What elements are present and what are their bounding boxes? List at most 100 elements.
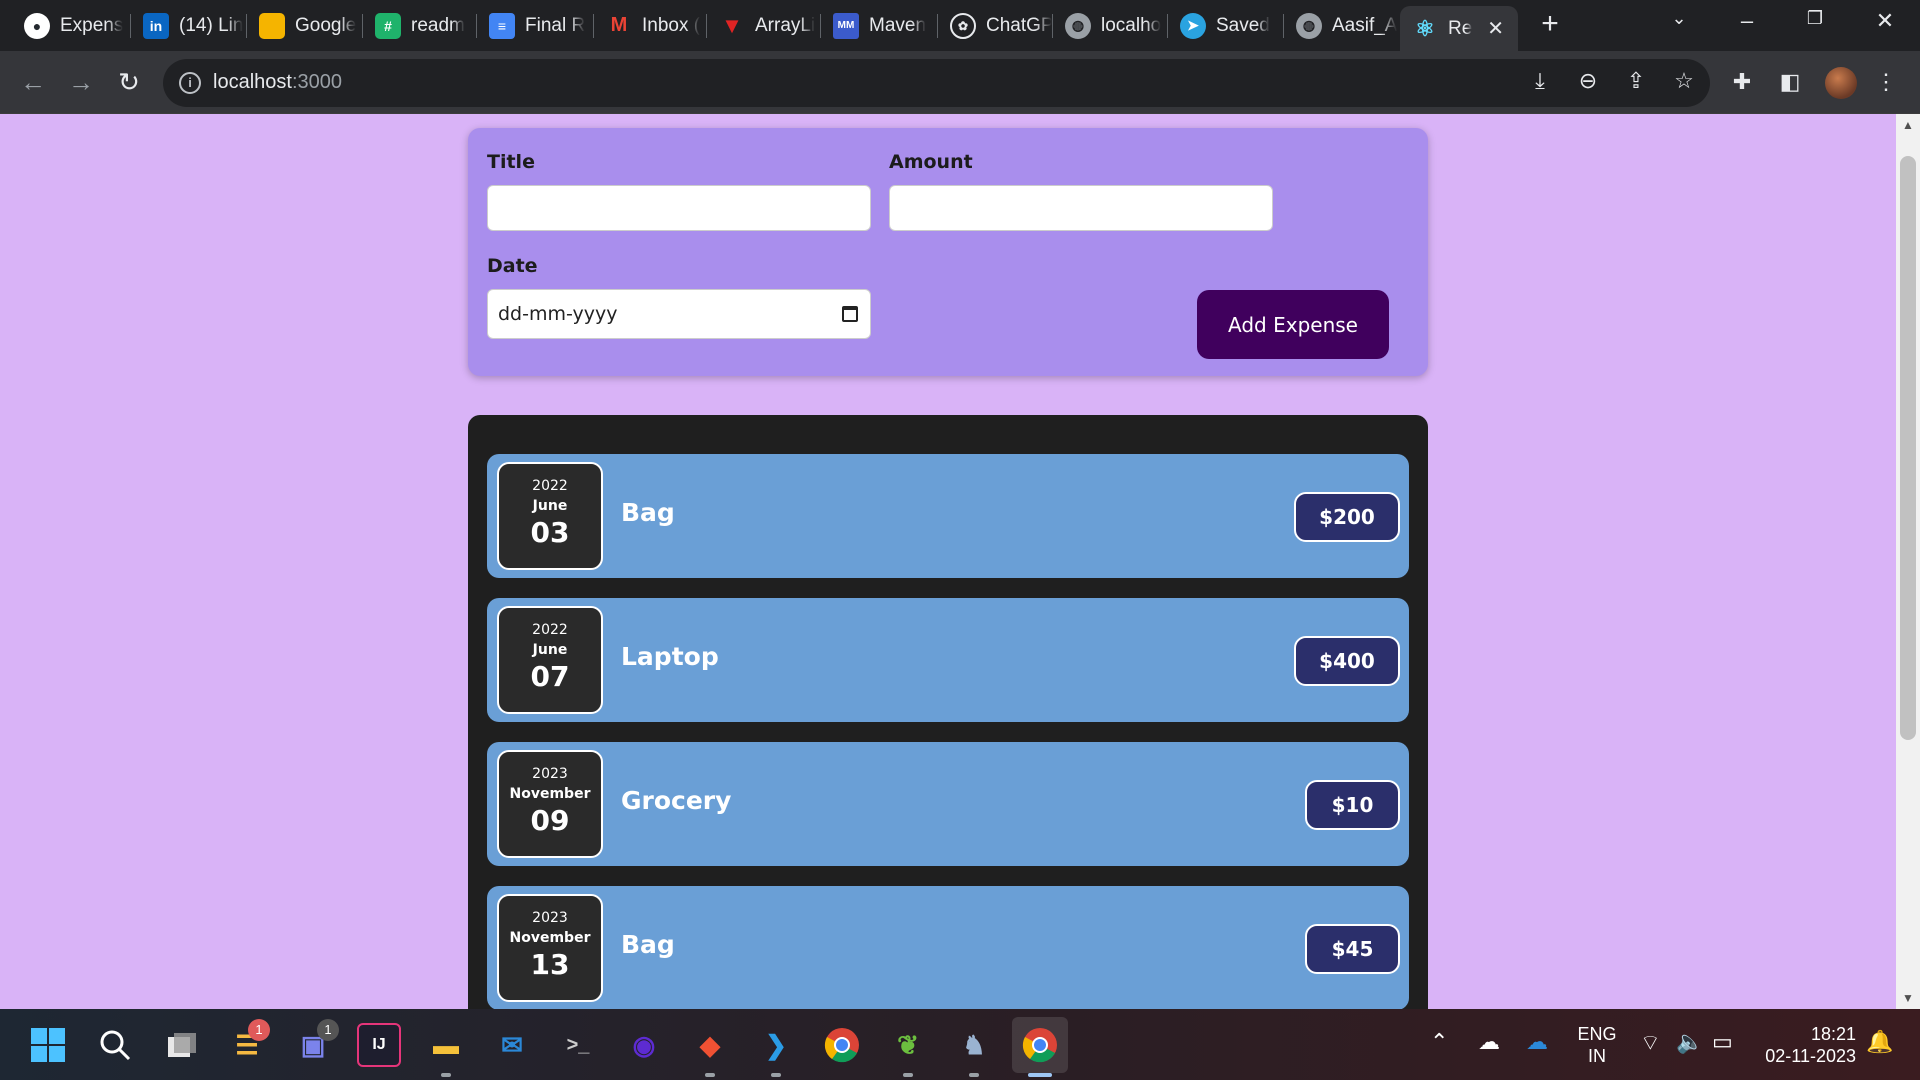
expense-date: 2023 November 09 <box>497 750 603 858</box>
tab-strip: ● Expens in (14) Lin Google # readm ≡ Fi… <box>0 0 1920 51</box>
search-icon[interactable] <box>93 1023 137 1067</box>
wifi-icon[interactable]: ⌔ <box>1640 1029 1661 1057</box>
back-arrow-icon[interactable]: ← <box>16 66 50 100</box>
onedrive-icon[interactable]: ☁ <box>1526 1029 1548 1055</box>
tab-chatgpt[interactable]: ✿ ChatGP <box>938 6 1052 45</box>
chrome-icon[interactable] <box>820 1023 864 1067</box>
mail-icon[interactable]: ✉ <box>490 1023 534 1067</box>
volume-icon[interactable]: 🔈 <box>1676 1029 1703 1055</box>
scroll-down-arrow-icon[interactable]: ▼ <box>1896 991 1920 1005</box>
profile-avatar[interactable] <box>1825 67 1857 99</box>
tab-docs[interactable]: ≡ Final R <box>477 6 593 45</box>
onedrive-sync-icon[interactable]: ☁ <box>1478 1029 1500 1055</box>
page-scrollbar[interactable]: ▲ ▼ <box>1896 114 1920 1009</box>
tab-label: ArrayLi <box>755 14 816 36</box>
install-app-icon[interactable]: ⤓ <box>1524 66 1556 98</box>
active-app-indicator <box>1028 1073 1052 1077</box>
extensions-puzzle-icon[interactable]: ✚ <box>1726 67 1758 99</box>
tab-github[interactable]: ● Expens <box>12 6 130 45</box>
expense-date: 2022 June 07 <box>497 606 603 714</box>
minimize-icon[interactable]: – <box>1727 8 1767 34</box>
spring-tool-icon[interactable]: ❦ <box>886 1023 930 1067</box>
expense-item: 2022 June 07 Laptop $400 <box>487 598 1409 722</box>
notes-badge: 1 <box>248 1019 270 1041</box>
windows-taskbar: ☰ 1 ▣ 1 IJ ▬ ✉ >_ ◉ ◆ ❯ ❦ ♞ ⌃ ☁ ☁ ENG IN… <box>0 1009 1920 1080</box>
share-icon[interactable]: ⇪ <box>1620 66 1652 98</box>
tab-label: Saved <box>1216 14 1270 36</box>
tab-maven[interactable]: MM Maven <box>821 6 937 45</box>
browser-menu-icon[interactable]: ⋮ <box>1870 67 1902 99</box>
battery-icon[interactable]: ▭ <box>1712 1029 1733 1055</box>
side-panel-icon[interactable]: ◧ <box>1774 67 1806 99</box>
title-label: Title <box>487 151 535 173</box>
expense-year: 2022 <box>532 622 568 638</box>
tab-label: Expens <box>60 14 124 36</box>
url-text: localhost:3000 <box>213 71 342 94</box>
expense-title: Laptop <box>621 642 719 671</box>
vscode-icon[interactable]: ❯ <box>754 1023 798 1067</box>
reload-icon[interactable]: ↻ <box>112 66 146 100</box>
expense-month: November <box>509 786 591 802</box>
chrome-profile-icon[interactable] <box>1012 1017 1068 1073</box>
tab-linkedin[interactable]: in (14) Lin <box>131 6 246 45</box>
forward-arrow-icon[interactable]: → <box>64 66 98 100</box>
task-view-icon[interactable] <box>160 1023 204 1067</box>
expense-item: 2023 November 09 Grocery $10 <box>487 742 1409 866</box>
expense-amount-badge: $400 <box>1294 636 1400 686</box>
calendar-icon[interactable] <box>842 306 858 322</box>
google-keep-icon <box>259 12 285 39</box>
docs-icon: ≡ <box>489 12 515 39</box>
maven-icon: MM <box>833 12 859 39</box>
windows-start-icon[interactable] <box>26 1023 70 1067</box>
tab-label: localho <box>1101 14 1162 36</box>
notifications-bell-icon[interactable]: 🔔 <box>1866 1029 1893 1055</box>
close-window-icon[interactable]: ✕ <box>1865 8 1905 34</box>
tab-localhost[interactable]: ◍ localho <box>1053 6 1167 45</box>
title-input[interactable] <box>487 185 871 231</box>
page-viewport: Title Amount Date dd-mm-yyyy Add Expense… <box>0 114 1896 1009</box>
new-tab-button[interactable]: + <box>1535 9 1565 40</box>
tab-gmail[interactable]: M Inbox ( <box>594 6 706 45</box>
expense-month: November <box>509 930 591 946</box>
expense-amount-badge: $200 <box>1294 492 1400 542</box>
tab-aasif[interactable]: ◍ Aasif_A <box>1284 6 1399 45</box>
close-tab-icon[interactable]: ✕ <box>1487 16 1504 41</box>
scrollbar-thumb[interactable] <box>1900 156 1916 740</box>
intellij-icon[interactable]: IJ <box>357 1023 401 1067</box>
show-hidden-icons-chevron-icon[interactable]: ⌃ <box>1430 1029 1448 1055</box>
arraylist-icon: ▼ <box>721 12 743 38</box>
expense-year: 2023 <box>532 910 568 926</box>
site-info-icon[interactable]: i <box>179 72 201 94</box>
tab-label: Final R <box>525 14 586 36</box>
expense-day: 07 <box>530 660 570 693</box>
zoom-out-icon[interactable]: ⊖ <box>1572 66 1604 98</box>
eclipse-icon[interactable]: ◉ <box>622 1023 666 1067</box>
clock[interactable]: 18:21 02-11-2023 <box>1756 1023 1856 1067</box>
date-placeholder: dd-mm-yyyy <box>498 303 618 325</box>
postgresql-icon[interactable]: ♞ <box>952 1023 996 1067</box>
date-input[interactable]: dd-mm-yyyy <box>487 289 871 339</box>
tab-search-chevron-icon[interactable]: ⌄ <box>1659 8 1699 29</box>
add-expense-button[interactable]: Add Expense <box>1197 290 1389 359</box>
git-icon[interactable]: ◆ <box>688 1023 732 1067</box>
expense-year: 2022 <box>532 478 568 494</box>
bookmark-star-icon[interactable]: ☆ <box>1668 66 1700 98</box>
language-indicator[interactable]: ENG IN <box>1572 1023 1622 1067</box>
amount-input[interactable] <box>889 185 1273 231</box>
tab-telegram[interactable]: ➤ Saved <box>1168 6 1283 45</box>
running-indicator <box>705 1073 715 1077</box>
scroll-up-arrow-icon[interactable]: ▲ <box>1896 118 1920 132</box>
tab-label: readm <box>411 14 465 36</box>
tab-label: Re <box>1448 17 1473 39</box>
address-bar[interactable]: i localhost:3000 ⤓ ⊖ ⇪ ☆ <box>163 59 1710 107</box>
expense-amount-badge: $45 <box>1305 924 1400 974</box>
telegram-icon: ➤ <box>1180 12 1206 39</box>
restore-icon[interactable]: ❐ <box>1795 8 1835 29</box>
terminal-icon[interactable]: >_ <box>556 1023 600 1067</box>
tab-readme[interactable]: # readm <box>363 6 476 45</box>
tab-react-active[interactable]: ⚛ Re ✕ <box>1400 6 1518 51</box>
tab-arraylist[interactable]: ▼ ArrayLi <box>707 6 820 45</box>
tab-google-keep[interactable]: Google <box>247 6 362 45</box>
tab-label: (14) Lin <box>179 14 244 36</box>
file-explorer-icon[interactable]: ▬ <box>424 1023 468 1067</box>
